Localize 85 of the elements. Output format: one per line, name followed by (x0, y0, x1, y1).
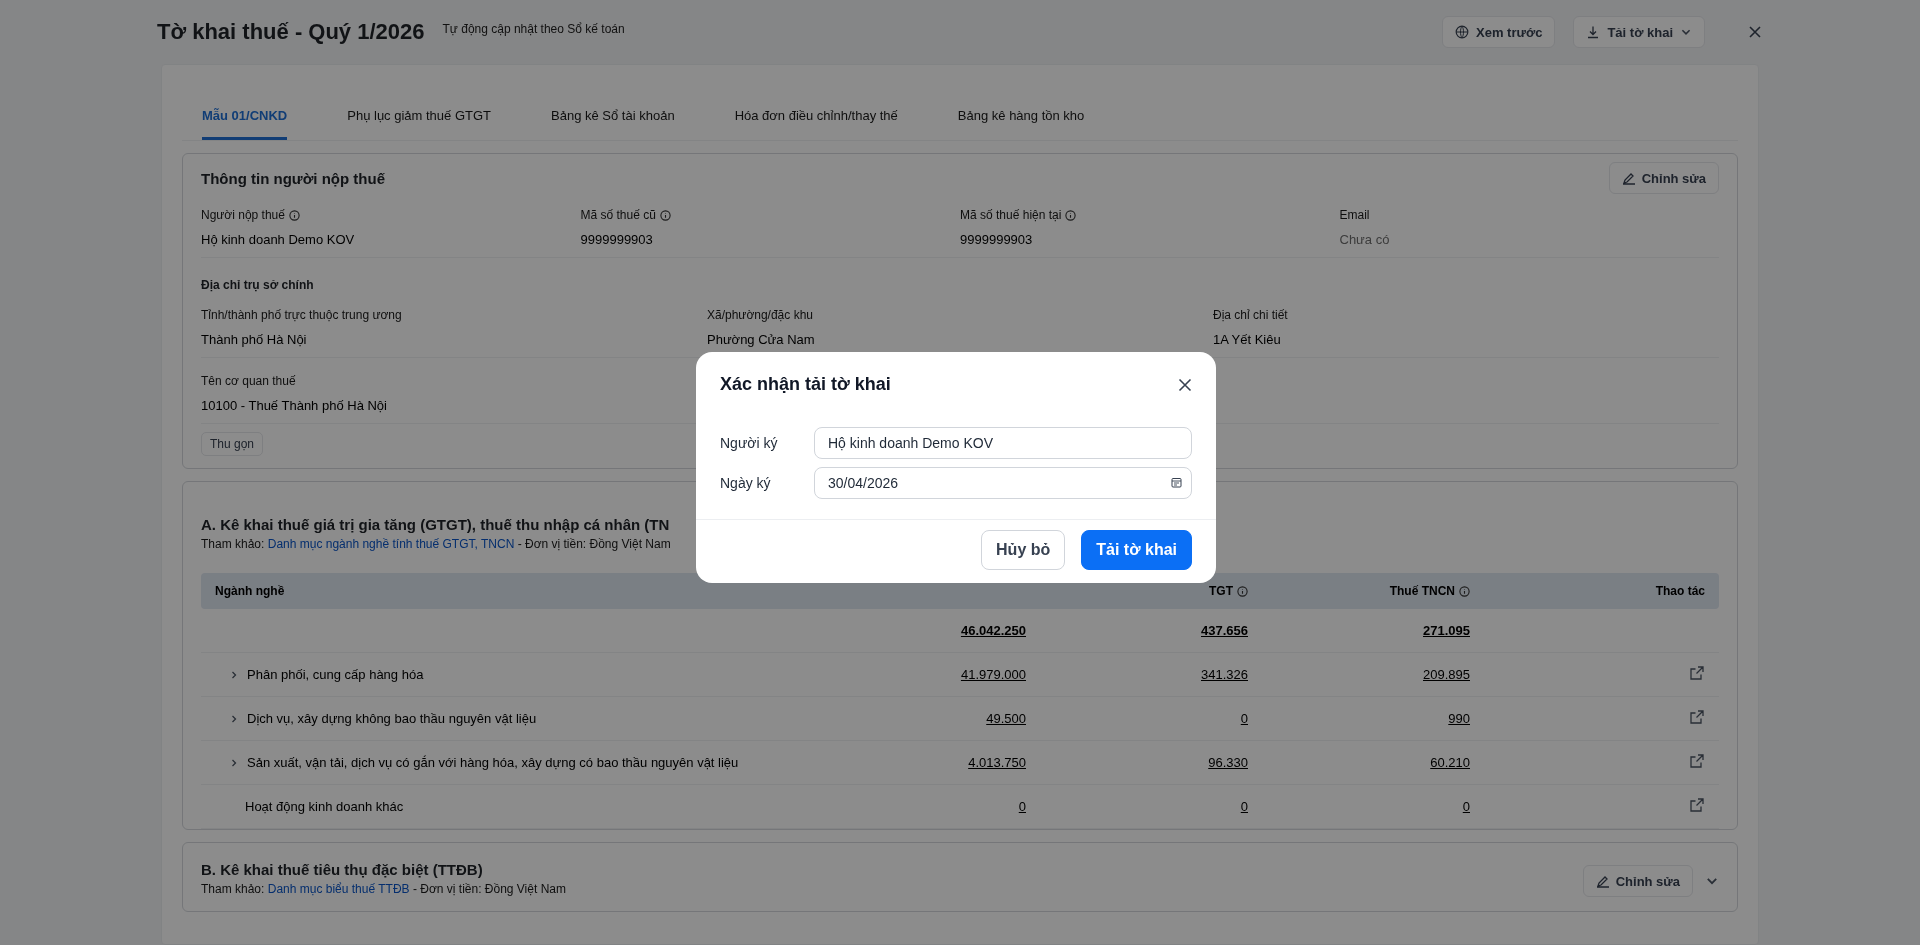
field-label: Mã số thuế hiện tại (960, 208, 1062, 222)
field-label: Tỉnh/thành phố trực thuộc trung ương (201, 308, 402, 322)
edit-button[interactable]: Chỉnh sửa (1582, 865, 1693, 897)
amount-link[interactable]: 341.326 (1201, 667, 1248, 682)
amount-link[interactable]: 41.979.000 (960, 667, 1026, 682)
info-icon (1459, 585, 1470, 597)
field-value: Phường Cửa Nam (707, 332, 816, 347)
input-field[interactable]: Hộ kinh doanh Demo KOV (814, 427, 1192, 459)
field-label: Tên cơ quan thuế (201, 374, 296, 388)
close-button[interactable] (1747, 24, 1763, 40)
pen-icon (1621, 171, 1636, 185)
field-label: Người nộp thuế (201, 208, 285, 222)
field-value: Chưa có (1339, 232, 1391, 247)
reference-link[interactable]: Danh mục biểu thuế TTĐB (267, 882, 410, 896)
amount-link[interactable]: 0 (1462, 799, 1470, 814)
field-label: Địa chỉ chi tiết (1213, 308, 1288, 322)
field-label: Xã/phường/đặc khu (707, 308, 813, 322)
external-link-icon[interactable] (1689, 752, 1705, 769)
info-icon (1237, 585, 1248, 597)
info-icon (1065, 209, 1077, 221)
subsection-title: Địa chỉ trụ sở chính (201, 277, 315, 292)
globe-icon (1455, 25, 1470, 39)
dialog-title: Xác nhận tải tờ khai (720, 374, 891, 395)
cancel-button[interactable]: Hủy bỏ (981, 530, 1066, 570)
tab[interactable]: Hóa đơn điều chỉnh/thay thế (734, 108, 898, 140)
external-link-icon[interactable] (1689, 664, 1705, 681)
total-value[interactable]: 271.095 (1423, 623, 1470, 638)
amount-link[interactable]: 4.013.750 (968, 755, 1026, 770)
tab[interactable]: Mẫu 01/CNKD (202, 108, 288, 140)
field-label: Người ký (720, 435, 779, 451)
external-link-icon[interactable] (1689, 796, 1705, 813)
expand-icon (229, 713, 239, 724)
amount-link[interactable]: 990 (1448, 711, 1470, 726)
close-icon[interactable] (1178, 377, 1192, 392)
table-cell: Sản xuất, vận tải, dịch vụ có gắn với hàng hóa, xây dựng có bao thầu nguyên vật liệu (247, 755, 739, 770)
column-header: Ngành nghề (215, 584, 285, 598)
amount-link[interactable]: 49.500 (986, 711, 1026, 726)
section-title: B. Kê khai thuế tiêu thụ đặc biệt (TTĐB) (201, 860, 484, 878)
total-value[interactable]: 437.656 (1201, 623, 1248, 638)
column-header: Thuế TNCN (1389, 584, 1455, 598)
field-value: 1A Yết Kiêu (1213, 332, 1282, 347)
section-title: Thông tin người nộp thuế (201, 169, 385, 187)
section-note: Tham khảo: Danh mục biểu thuế TTĐB - Đơn vị tiền: Đồng Việt Nam (201, 882, 566, 896)
page-subtitle: Tự động cập nhật theo Sổ kế toán (442, 22, 625, 36)
download-button[interactable]: Tải tờ khai (1573, 16, 1705, 48)
tab[interactable]: Bảng kê hàng tồn kho (957, 108, 1085, 140)
field-value: 10100 - Thuế Thành phố Hà Nội (201, 398, 388, 413)
amount-link[interactable]: 0 (1018, 799, 1026, 814)
amount-link[interactable]: 209.895 (1423, 667, 1470, 682)
expand-icon (229, 669, 239, 680)
amount-link[interactable]: 96.330 (1208, 755, 1248, 770)
page-title: Tờ khai thuế - Quý 1/2026 (157, 19, 425, 45)
download-button[interactable]: Tải tờ khai (1081, 530, 1192, 570)
preview-button[interactable]: Xem trước (1442, 16, 1556, 48)
download-icon (1586, 25, 1601, 39)
field-value: Hộ kinh doanh Demo KOV (201, 232, 356, 247)
field-label: Ngày ký (720, 475, 772, 491)
column-header: Thao tác (1655, 584, 1705, 598)
field-value: 9999999903 (580, 232, 654, 247)
expand-icon (229, 757, 239, 768)
table-cell: Dịch vụ, xây dựng không bao thầu nguyên vật liệu (247, 711, 537, 726)
date-field[interactable]: 30/04/2026 (814, 467, 1192, 499)
column-header: TGT (1209, 584, 1233, 598)
calendar-icon[interactable] (1171, 477, 1182, 488)
field-value: 9999999903 (960, 232, 1034, 247)
info-icon (659, 209, 671, 221)
amount-link[interactable]: 60.210 (1430, 755, 1470, 770)
external-link-icon[interactable] (1689, 708, 1705, 725)
field-value: Thành phố Hà Nội (201, 332, 308, 347)
total-value[interactable]: 46.042.250 (960, 623, 1026, 638)
reference-link[interactable]: Danh mục ngành nghề tính thuế GTGT, TNCN (267, 537, 515, 551)
tab[interactable]: Bảng kê Sổ tài khoản (551, 108, 675, 140)
amount-link[interactable]: 0 (1240, 711, 1248, 726)
table-cell: Hoạt động kinh doanh khác (245, 799, 404, 814)
amount-link[interactable]: 0 (1240, 799, 1248, 814)
pen-icon (1595, 874, 1610, 888)
field-label: Mã số thuế cũ (580, 208, 656, 222)
collapse-button[interactable]: Thu gọn (201, 432, 264, 456)
table-cell: Phân phối, cung cấp hàng hóa (247, 667, 424, 682)
tab[interactable]: Phụ lục giảm thuế GTGT (347, 108, 492, 140)
edit-button[interactable]: Chỉnh sửa (1608, 162, 1719, 194)
section-note: Tham khảo: Danh mục ngành nghề tính thuế GTGT, TNCN - Đơn vị tiền: Đồng Việt Nam (201, 537, 671, 551)
field-label: Email (1339, 208, 1370, 222)
section-title: A. Kê khai thuế giá trị gia tăng (GTGT), thuế thu nhập cá nhân (TN (201, 515, 671, 533)
info-icon (288, 209, 300, 221)
